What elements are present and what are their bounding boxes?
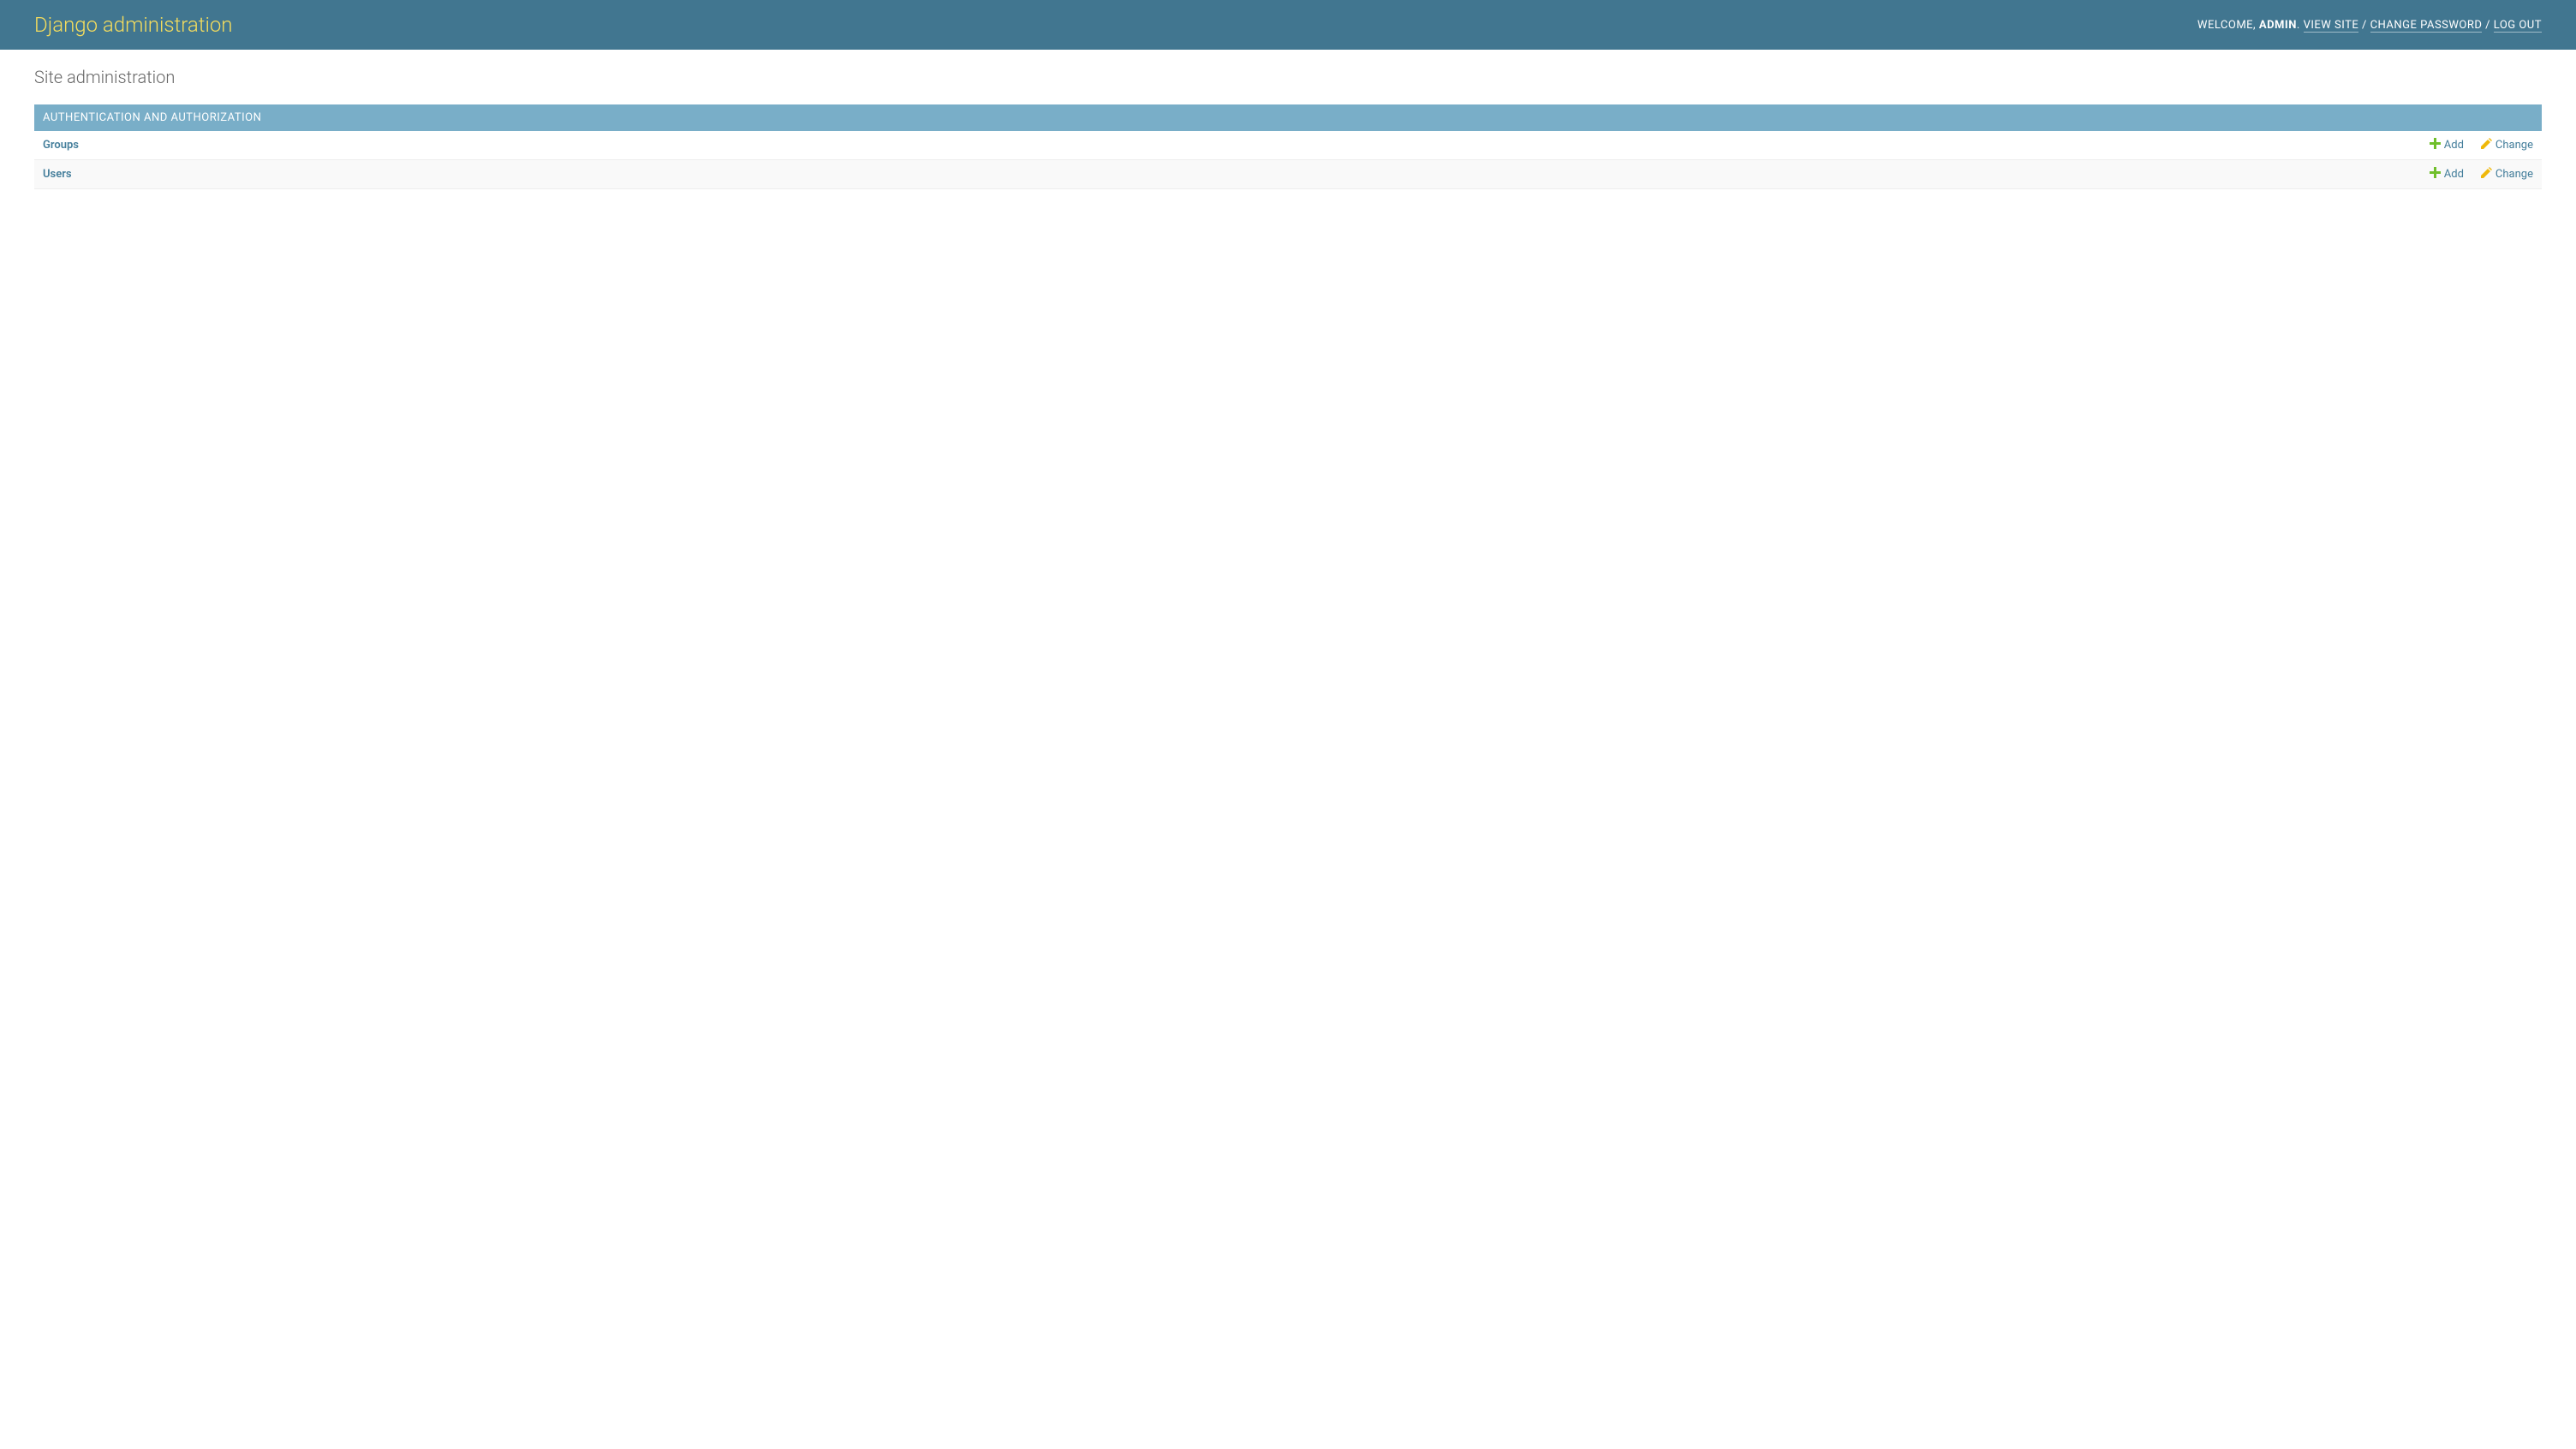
- separator: /: [2482, 19, 2493, 32]
- model-name-cell: Groups: [34, 131, 2421, 160]
- model-row-users: Users Add: [34, 160, 2542, 189]
- view-site-link[interactable]: View site: [2304, 19, 2359, 33]
- logout-link[interactable]: Log out: [2494, 19, 2542, 33]
- model-link-groups[interactable]: Groups: [43, 139, 79, 152]
- add-link-groups[interactable]: Add: [2430, 138, 2464, 152]
- app-caption: Authentication and Authorization: [34, 104, 2542, 131]
- change-cell: Change: [2472, 160, 2542, 189]
- model-name-cell: Users: [34, 160, 2421, 189]
- add-label: Add: [2444, 139, 2464, 152]
- plus-icon: [2430, 167, 2441, 182]
- change-label: Change: [2496, 139, 2533, 152]
- pencil-icon: [2481, 167, 2492, 181]
- period: .: [2297, 19, 2304, 32]
- app-module-auth: Authentication and Authorization Groups: [34, 104, 2542, 189]
- username: admin: [2259, 19, 2297, 32]
- change-cell: Change: [2472, 131, 2542, 160]
- model-row-groups: Groups Add: [34, 131, 2542, 160]
- add-label: Add: [2444, 168, 2464, 181]
- separator: /: [2358, 19, 2370, 32]
- change-link-groups[interactable]: Change: [2481, 138, 2533, 152]
- model-link-users[interactable]: Users: [43, 168, 72, 181]
- branding: Django administration: [34, 13, 233, 37]
- app-caption-link[interactable]: Authentication and Authorization: [43, 111, 261, 124]
- add-cell: Add: [2421, 160, 2472, 189]
- header: Django administration Welcome, admin. Vi…: [0, 0, 2576, 50]
- add-link-users[interactable]: Add: [2430, 167, 2464, 182]
- change-label: Change: [2496, 168, 2533, 181]
- site-title-link[interactable]: Django administration: [34, 13, 233, 37]
- add-cell: Add: [2421, 131, 2472, 160]
- user-tools: Welcome, admin. View site / Change passw…: [2197, 19, 2542, 32]
- content-main: Authentication and Authorization Groups: [34, 104, 2542, 215]
- pencil-icon: [2481, 138, 2492, 152]
- page-title: Site administration: [34, 67, 2542, 87]
- change-link-users[interactable]: Change: [2481, 167, 2533, 181]
- welcome-text: Welcome,: [2197, 19, 2256, 32]
- site-title: Django administration: [34, 13, 233, 37]
- plus-icon: [2430, 138, 2441, 152]
- content: Site administration Authentication and A…: [0, 50, 2576, 255]
- change-password-link[interactable]: Change password: [2370, 19, 2483, 33]
- model-table: Authentication and Authorization Groups: [34, 104, 2542, 189]
